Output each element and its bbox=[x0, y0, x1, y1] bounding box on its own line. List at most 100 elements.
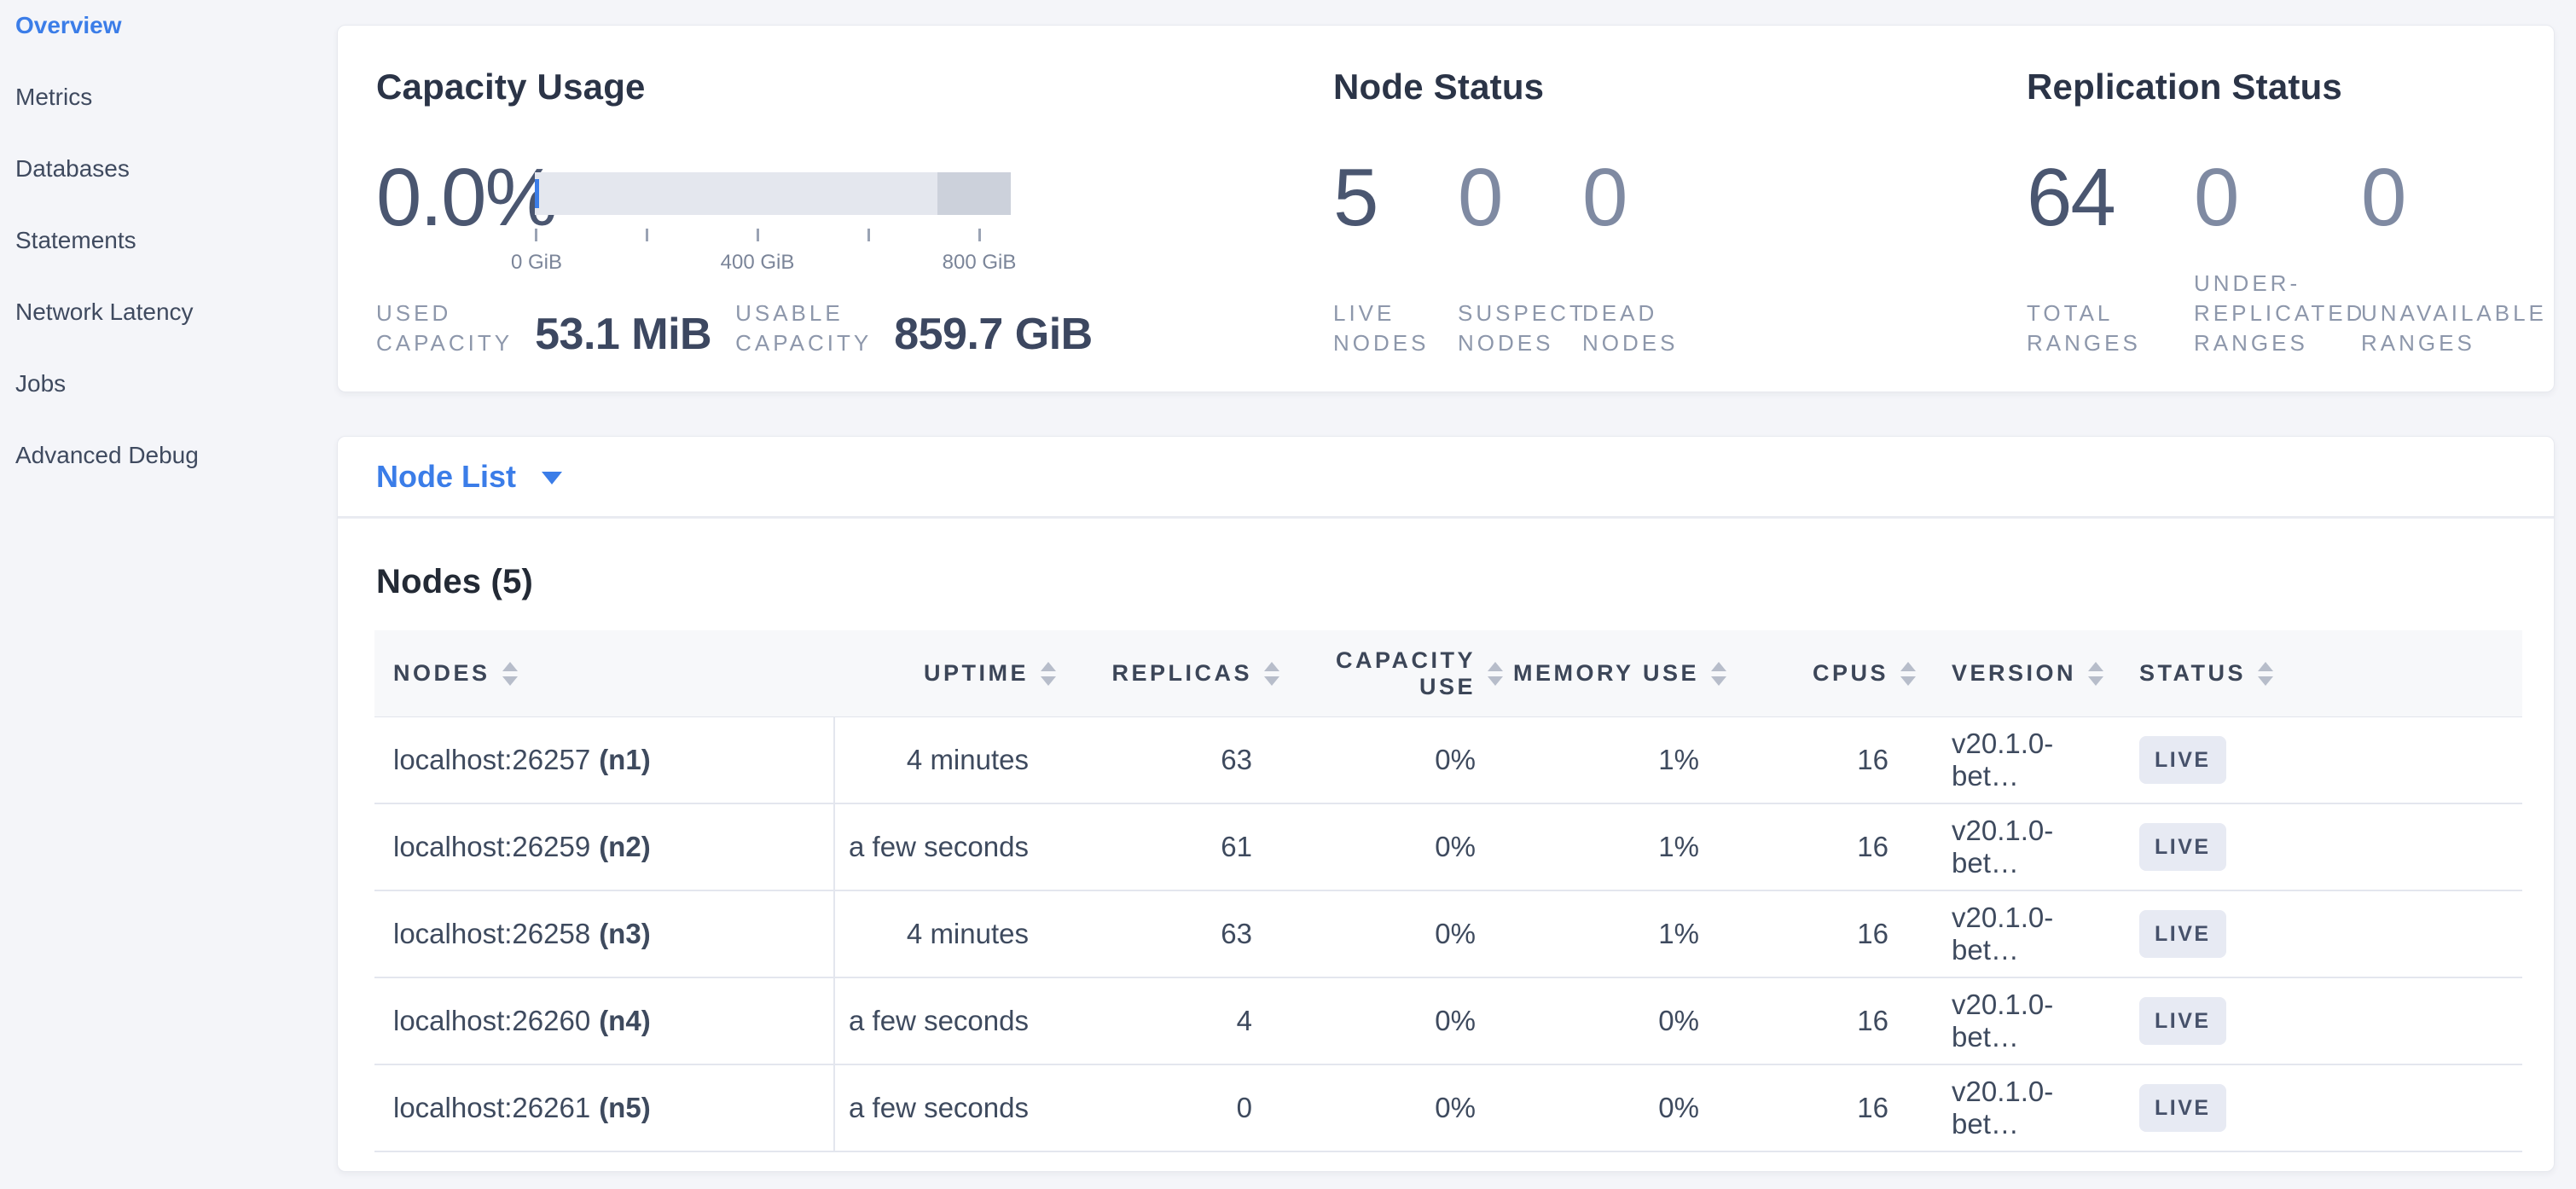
column-label: VERSION bbox=[1952, 660, 2076, 687]
unavailable-ranges-stat: 0 UNAVAILABLE RANGES bbox=[2361, 155, 2528, 358]
node-name-cell[interactable]: localhost:26257 (n1) bbox=[374, 717, 835, 803]
axis-tick bbox=[978, 229, 981, 241]
memory-use-cell: 0% bbox=[1508, 1065, 1732, 1151]
version-cell: v20.1.0-bet… bbox=[1921, 717, 2109, 803]
status-badge: LIVE bbox=[2139, 910, 2226, 958]
capacity-gauge-dark-segment bbox=[937, 172, 1011, 215]
usable-capacity-value: 859.7 GiB bbox=[894, 312, 1093, 357]
capacity-use-cell: 0% bbox=[1285, 891, 1508, 977]
sort-icon[interactable] bbox=[1264, 662, 1279, 686]
node-status-title: Node Status bbox=[1333, 67, 1544, 107]
status-badge: LIVE bbox=[2139, 1084, 2226, 1132]
axis-label-800: 800 GiB bbox=[943, 251, 1017, 275]
capacity-use-cell: 0% bbox=[1285, 1065, 1508, 1151]
replication-status-stats: 64 TOTAL RANGES 0 UNDER- REPLICATED RANG… bbox=[2027, 155, 2528, 358]
nodes-section: Nodes (5) NODES UPTIME REPLICAS bbox=[338, 519, 2554, 1152]
column-header-uptime[interactable]: UPTIME bbox=[835, 660, 1061, 687]
column-header-memory-use[interactable]: MEMORY USE bbox=[1508, 660, 1732, 687]
live-nodes-value: 5 bbox=[1333, 155, 1458, 241]
usable-capacity-label: USABLE CAPACITY bbox=[735, 299, 872, 358]
column-header-replicas[interactable]: REPLICAS bbox=[1061, 660, 1285, 687]
sort-icon[interactable] bbox=[502, 662, 518, 686]
nodes-section-title: Nodes (5) bbox=[376, 563, 2522, 601]
column-header-status[interactable]: STATUS bbox=[2109, 660, 2522, 687]
sidebar-item-databases[interactable]: Databases bbox=[15, 156, 337, 182]
capacity-use-cell: 0% bbox=[1285, 804, 1508, 890]
version-cell: v20.1.0-bet… bbox=[1921, 978, 2109, 1064]
sort-icon[interactable] bbox=[1900, 662, 1916, 686]
capacity-gauge-used-marker bbox=[535, 179, 539, 208]
node-name-cell[interactable]: localhost:26260 (n4) bbox=[374, 978, 835, 1064]
column-header-capacity-use[interactable]: CAPACITY USE bbox=[1285, 647, 1508, 700]
table-row[interactable]: localhost:26260 (n4) a few seconds 4 0% … bbox=[374, 978, 2522, 1065]
node-list-dropdown-label: Node List bbox=[376, 459, 516, 495]
memory-use-cell: 1% bbox=[1508, 804, 1732, 890]
table-row[interactable]: localhost:26258 (n3) 4 minutes 63 0% 1% … bbox=[374, 891, 2522, 978]
cpus-cell: 16 bbox=[1732, 891, 1921, 977]
under-replicated-ranges-stat: 0 UNDER- REPLICATED RANGES bbox=[2194, 155, 2361, 358]
column-header-version[interactable]: VERSION bbox=[1921, 660, 2109, 687]
sort-icon[interactable] bbox=[1711, 662, 1726, 686]
node-list-header: Node List bbox=[338, 437, 2554, 519]
replicas-cell: 63 bbox=[1061, 717, 1285, 803]
sidebar-item-overview[interactable]: Overview bbox=[15, 13, 337, 38]
suspect-nodes-stat: 0 SUSPECT NODES bbox=[1458, 155, 1582, 358]
uptime-cell: a few seconds bbox=[835, 1065, 1061, 1151]
used-capacity-label: USED CAPACITY bbox=[376, 299, 513, 358]
status-cell: LIVE bbox=[2109, 717, 2522, 803]
sidebar-item-network-latency[interactable]: Network Latency bbox=[15, 299, 337, 325]
status-badge: LIVE bbox=[2139, 997, 2226, 1045]
uptime-cell: a few seconds bbox=[835, 804, 1061, 890]
node-id: (n4) bbox=[599, 1005, 651, 1037]
node-name-cell[interactable]: localhost:26261 (n5) bbox=[374, 1065, 835, 1151]
node-status-stats: 5 LIVE NODES 0 SUSPECT NODES 0 DEAD NODE… bbox=[1333, 155, 1707, 358]
version-cell: v20.1.0-bet… bbox=[1921, 1065, 2109, 1151]
live-nodes-stat: 5 LIVE NODES bbox=[1333, 155, 1458, 358]
total-ranges-value: 64 bbox=[2027, 155, 2194, 241]
sidebar-item-metrics[interactable]: Metrics bbox=[15, 84, 337, 110]
version-cell: v20.1.0-bet… bbox=[1921, 891, 2109, 977]
live-nodes-label: LIVE NODES bbox=[1333, 299, 1458, 358]
table-row[interactable]: localhost:26257 (n1) 4 minutes 63 0% 1% … bbox=[374, 717, 2522, 804]
suspect-nodes-value: 0 bbox=[1458, 155, 1582, 241]
cpus-cell: 16 bbox=[1732, 1065, 1921, 1151]
cpus-cell: 16 bbox=[1732, 804, 1921, 890]
column-header-cpus[interactable]: CPUS bbox=[1732, 660, 1921, 687]
nodes-table-header: NODES UPTIME REPLICAS CAPACITY USE bbox=[374, 630, 2522, 717]
sort-icon[interactable] bbox=[2088, 662, 2103, 686]
cluster-summary-card: Capacity Usage 0.0% 0 GiB 400 GiB 800 Gi… bbox=[337, 25, 2555, 392]
sidebar-item-jobs[interactable]: Jobs bbox=[15, 371, 337, 397]
table-row[interactable]: localhost:26259 (n2) a few seconds 61 0%… bbox=[374, 804, 2522, 891]
sort-icon[interactable] bbox=[1041, 662, 1056, 686]
node-id: (n5) bbox=[599, 1092, 651, 1124]
used-capacity-value: 53.1 MiB bbox=[535, 312, 711, 357]
main-content: Capacity Usage 0.0% 0 GiB 400 GiB 800 Gi… bbox=[337, 0, 2555, 1189]
table-row[interactable]: localhost:26261 (n5) a few seconds 0 0% … bbox=[374, 1065, 2522, 1152]
node-name-cell[interactable]: localhost:26259 (n2) bbox=[374, 804, 835, 890]
replicas-cell: 61 bbox=[1061, 804, 1285, 890]
node-name-cell[interactable]: localhost:26258 (n3) bbox=[374, 891, 835, 977]
memory-use-cell: 1% bbox=[1508, 717, 1732, 803]
sidebar-item-advanced-debug[interactable]: Advanced Debug bbox=[15, 443, 337, 468]
dead-nodes-stat: 0 DEAD NODES bbox=[1582, 155, 1707, 358]
unavailable-ranges-value: 0 bbox=[2361, 155, 2528, 241]
status-cell: LIVE bbox=[2109, 891, 2522, 977]
total-ranges-stat: 64 TOTAL RANGES bbox=[2027, 155, 2194, 358]
axis-tick bbox=[867, 229, 870, 241]
sort-icon[interactable] bbox=[1488, 662, 1503, 686]
column-header-nodes[interactable]: NODES bbox=[374, 660, 835, 687]
node-address: localhost:26260 bbox=[393, 1005, 590, 1037]
memory-use-cell: 0% bbox=[1508, 978, 1732, 1064]
nodes-table: NODES UPTIME REPLICAS CAPACITY USE bbox=[374, 630, 2522, 1152]
replicas-cell: 4 bbox=[1061, 978, 1285, 1064]
under-replicated-ranges-value: 0 bbox=[2194, 155, 2361, 241]
node-address: localhost:26261 bbox=[393, 1092, 590, 1124]
sort-icon[interactable] bbox=[2258, 662, 2273, 686]
dead-nodes-label: DEAD NODES bbox=[1582, 299, 1707, 358]
node-list-dropdown[interactable]: Node List bbox=[376, 459, 562, 495]
status-cell: LIVE bbox=[2109, 1065, 2522, 1151]
node-id: (n3) bbox=[599, 918, 651, 950]
sidebar-item-statements[interactable]: Statements bbox=[15, 228, 337, 253]
capacity-use-cell: 0% bbox=[1285, 717, 1508, 803]
replicas-cell: 63 bbox=[1061, 891, 1285, 977]
